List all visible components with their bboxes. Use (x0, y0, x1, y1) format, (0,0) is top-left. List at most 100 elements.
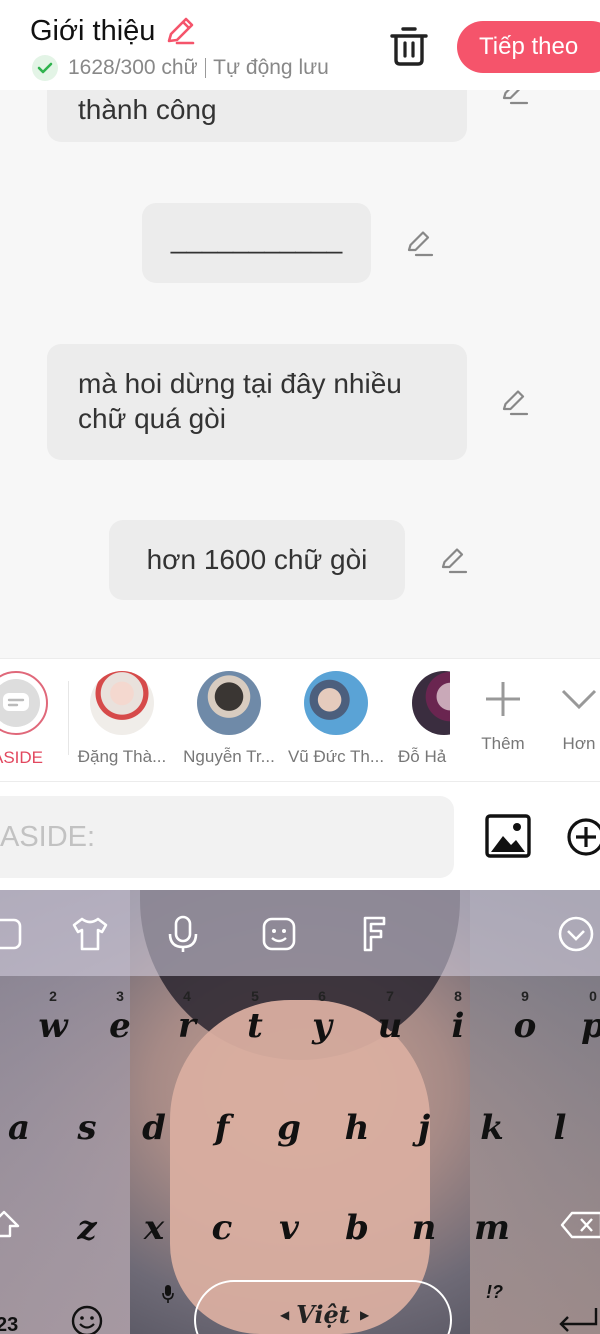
edit-message-icon[interactable] (499, 387, 529, 417)
key-v[interactable]: v (264, 1206, 314, 1266)
edit-message-icon[interactable] (499, 90, 529, 106)
key-z[interactable]: z (62, 1206, 112, 1266)
language-label: Việt (296, 1300, 350, 1329)
message-input[interactable] (0, 796, 454, 878)
key-d[interactable]: d (129, 1106, 179, 1166)
enter-icon[interactable] (556, 1304, 600, 1334)
key-p[interactable]: 0p (568, 988, 600, 1064)
word-count: 1628/300 chữ (68, 56, 198, 79)
strip-divider (68, 681, 69, 755)
key-g[interactable]: g (264, 1106, 314, 1166)
add-character-button[interactable]: Thêm (473, 675, 533, 754)
character-item[interactable]: Đặng Thà... (72, 671, 172, 767)
character-item[interactable]: Nguyễn Tr... (179, 671, 279, 767)
key-letter: k (480, 1108, 504, 1148)
key-letter: m (474, 1208, 510, 1248)
message-bubble[interactable]: thành công (47, 90, 467, 142)
key-letter: w (38, 1006, 68, 1046)
key-c[interactable]: c (197, 1206, 247, 1266)
trash-icon[interactable] (389, 24, 429, 68)
key-number: 4 (183, 988, 191, 1004)
page-title: Giới thiệu (30, 14, 197, 48)
font-icon[interactable] (354, 914, 394, 954)
key-n[interactable]: n (399, 1206, 449, 1266)
add-circle-icon[interactable] (566, 817, 600, 857)
key-letter: t (247, 1006, 263, 1046)
image-icon[interactable] (485, 814, 531, 858)
emoji-icon[interactable] (70, 1304, 104, 1334)
key-e[interactable]: 3e (95, 988, 145, 1064)
key-letter: v (279, 1208, 299, 1248)
message-bubble[interactable]: mà hoi dừng tại đây nhiều chữ quá gòi (47, 344, 467, 460)
key-letter: p (568, 1004, 600, 1048)
key-w[interactable]: 2w (28, 988, 78, 1064)
avatar (197, 671, 261, 735)
key-letter: s (77, 1108, 97, 1148)
key-letter: x (143, 1208, 165, 1248)
avatar (304, 671, 368, 735)
key-letter: f (214, 1108, 230, 1148)
message-bubble[interactable]: hơn 1600 chữ gòi (109, 520, 405, 600)
backspace-icon[interactable] (560, 1210, 600, 1240)
key-number: 0 (589, 988, 597, 1004)
key-h[interactable]: h (332, 1106, 382, 1166)
key-letter: i (451, 1006, 465, 1046)
key-a[interactable]: a (0, 1106, 44, 1166)
chat-bubble-icon (3, 693, 29, 711)
edit-title-icon[interactable] (163, 14, 197, 48)
key-j[interactable]: j (399, 1106, 449, 1166)
aside-label: ASIDE (0, 748, 44, 767)
edit-message-icon[interactable] (438, 545, 468, 575)
symbols-key[interactable]: 23 (0, 1314, 18, 1334)
aside-avatar-inner (0, 679, 40, 727)
character-item[interactable]: Đỗ Hả (380, 671, 450, 767)
sticker-icon[interactable] (259, 914, 299, 954)
key-f[interactable]: f (197, 1106, 247, 1166)
character-item[interactable]: Vũ Đức Th... (286, 671, 386, 767)
key-k[interactable]: k (467, 1106, 517, 1166)
key-i[interactable]: 8i (433, 988, 483, 1064)
message-bubble[interactable]: ___________ (142, 203, 371, 283)
punctuation-key[interactable]: !? (486, 1282, 503, 1303)
caret-right-icon: ▶ (360, 1308, 370, 1322)
key-number: 8 (454, 988, 462, 1004)
status-divider (204, 58, 207, 78)
key-number: 3 (116, 988, 124, 1004)
shirt-icon[interactable] (70, 914, 110, 954)
key-o[interactable]: 9o (500, 988, 550, 1064)
character-name: Vũ Đức Th... (287, 747, 385, 766)
key-letter: n (411, 1208, 437, 1248)
key-number: 9 (521, 988, 529, 1004)
chevron-down-icon (561, 689, 597, 710)
aside-avatar[interactable] (0, 671, 48, 735)
add-label: Thêm (481, 734, 525, 753)
key-x[interactable]: x (129, 1206, 179, 1266)
key-number: 6 (318, 988, 326, 1004)
key-r[interactable]: 4r (162, 988, 212, 1064)
shift-icon[interactable] (0, 1208, 20, 1240)
key-u[interactable]: 7u (365, 988, 415, 1064)
space-bar[interactable]: ◀ Việt ▶ (194, 1280, 452, 1334)
key-m[interactable]: m (467, 1206, 517, 1266)
key-y[interactable]: 6y (297, 988, 347, 1064)
key-s[interactable]: s (62, 1106, 112, 1166)
message-list[interactable]: thành công ___________ mà hoi dừng tại đ… (0, 90, 600, 658)
next-button[interactable]: Tiếp theo (457, 21, 600, 73)
key-letter: g (277, 1108, 301, 1148)
microphone-icon[interactable] (163, 914, 203, 954)
key-t[interactable]: 5t (230, 988, 280, 1064)
check-icon (32, 55, 58, 81)
key-number: 2 (49, 988, 57, 1004)
key-letter: d (142, 1108, 166, 1148)
collapse-keyboard-icon[interactable] (556, 914, 596, 954)
more-characters-button[interactable]: Hơn (549, 675, 600, 754)
autosave-label: Tự động lưu (213, 56, 329, 79)
plus-icon (486, 682, 520, 716)
emoji-panel-icon[interactable] (0, 914, 26, 954)
edit-message-icon[interactable] (404, 228, 434, 258)
key-l[interactable]: l (535, 1106, 585, 1166)
character-name: Đặng Thà... (77, 747, 167, 766)
keyboard-toolbar (0, 890, 600, 976)
key-b[interactable]: b (332, 1206, 382, 1266)
more-label: Hơn (562, 734, 596, 753)
